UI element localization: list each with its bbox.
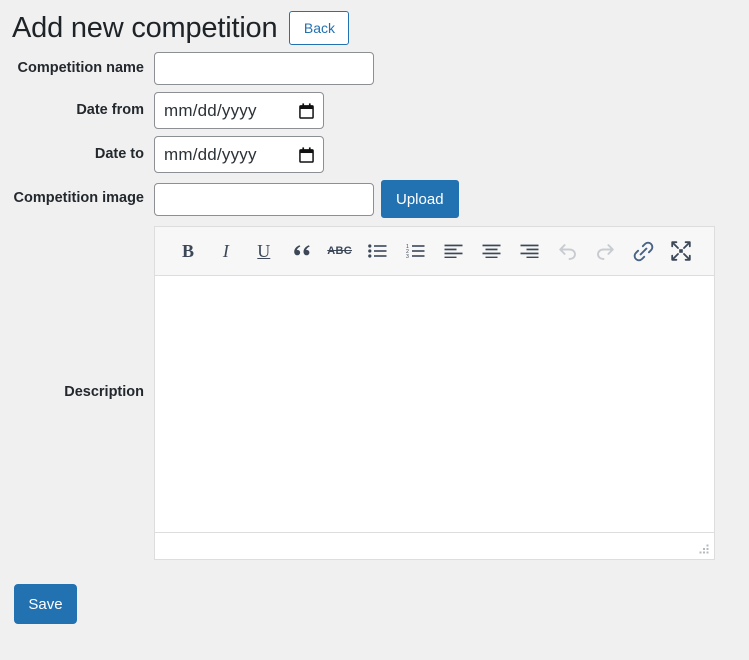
align-left-icon[interactable] [434, 234, 472, 268]
blockquote-glyph [294, 244, 310, 255]
align-center-icon[interactable] [472, 234, 510, 268]
description-editor: B I U ABC 1 2 3 [154, 226, 715, 560]
competition-name-input[interactable] [154, 52, 374, 85]
link-icon[interactable] [624, 234, 662, 268]
save-button[interactable]: Save [14, 584, 77, 624]
ordered-list-icon[interactable]: 1 2 3 [397, 234, 435, 268]
undo-glyph [558, 244, 576, 260]
date-to-input[interactable]: mm/dd/yyyy [154, 136, 324, 173]
page-header: Add new competition Back [0, 0, 749, 52]
underline-glyph: U [257, 240, 271, 261]
calendar-icon[interactable] [299, 102, 314, 119]
redo-icon[interactable] [586, 234, 624, 268]
italic-icon[interactable]: I [207, 234, 245, 268]
form-row-date-from: Date from mm/dd/yyyy [0, 92, 749, 129]
field-wrap-date-from: mm/dd/yyyy [154, 92, 324, 129]
label-date-from: Date from [76, 101, 144, 118]
form-row-date-to: Date to mm/dd/yyyy [0, 136, 749, 173]
unordered-list-icon[interactable] [359, 234, 397, 268]
fullscreen-icon[interactable] [662, 234, 700, 268]
redo-glyph [596, 244, 614, 260]
link-glyph [633, 241, 653, 261]
date-from-input[interactable]: mm/dd/yyyy [154, 92, 324, 129]
form-row-competition-image: Competition image Upload [0, 180, 749, 218]
field-wrap-competition-image: Upload [154, 180, 459, 218]
resize-handle-icon[interactable] [696, 542, 710, 556]
bold-glyph: B [181, 240, 194, 261]
date-to-placeholder: mm/dd/yyyy [164, 144, 257, 164]
description-editor-body[interactable] [155, 276, 714, 532]
underline-icon[interactable]: U [245, 234, 283, 268]
svg-text:3: 3 [406, 254, 409, 258]
competition-form: Competition name Date from mm/dd/yyyy Da… [0, 52, 749, 560]
add-competition-page: Add new competition Back Competition nam… [0, 0, 749, 660]
form-footer: Save [0, 560, 749, 624]
competition-image-input[interactable] [154, 182, 374, 216]
form-row-competition-name: Competition name [0, 52, 749, 85]
label-date-to: Date to [94, 145, 144, 162]
italic-glyph: I [222, 240, 229, 261]
align-left-glyph [444, 244, 463, 258]
editor-toolbar: B I U ABC 1 2 3 [155, 227, 714, 276]
label-competition-image: Competition image [13, 190, 144, 207]
field-wrap-competition-name [154, 52, 374, 85]
field-wrap-date-to: mm/dd/yyyy [154, 136, 324, 173]
calendar-icon[interactable] [299, 146, 314, 163]
date-from-placeholder: mm/dd/yyyy [164, 100, 257, 120]
unordered-list-glyph [368, 244, 387, 258]
form-row-description: Description B I U ABC 1 2 3 [0, 226, 749, 560]
page-title: Add new competition [12, 11, 278, 44]
fullscreen-glyph [671, 241, 691, 261]
blockquote-icon[interactable] [283, 234, 321, 268]
bold-icon[interactable]: B [169, 234, 207, 268]
strikethrough-icon[interactable]: ABC [321, 234, 359, 268]
label-description: Description [64, 384, 144, 401]
undo-icon[interactable] [548, 234, 586, 268]
upload-button[interactable]: Upload [381, 180, 459, 218]
back-button[interactable]: Back [289, 11, 350, 45]
label-competition-name: Competition name [17, 59, 144, 76]
editor-status-bar [155, 532, 714, 559]
align-center-glyph [482, 244, 501, 258]
align-right-glyph [520, 244, 539, 258]
ordered-list-glyph: 1 2 3 [406, 244, 425, 258]
strikethrough-glyph: ABC [327, 245, 353, 257]
align-right-icon[interactable] [510, 234, 548, 268]
